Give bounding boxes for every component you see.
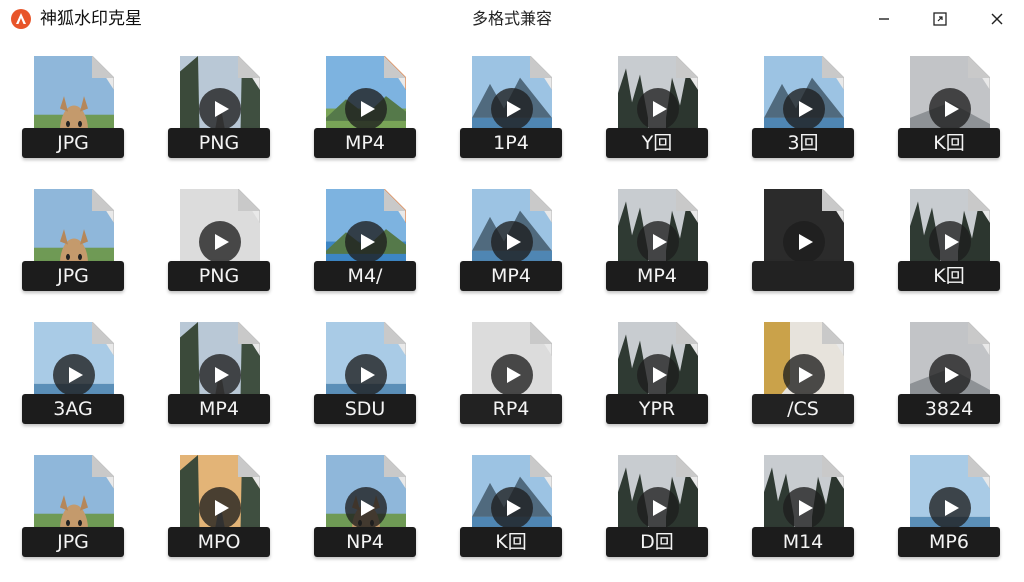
maximize-icon (932, 11, 948, 27)
title-bar: 神狐水印克星 多格式兼容 (0, 0, 1024, 38)
maximize-button[interactable] (920, 4, 960, 34)
file-format-label: 3AG (22, 394, 124, 424)
minimize-button[interactable] (864, 4, 904, 34)
file-tile[interactable]: /CS (744, 316, 890, 449)
file-tile[interactable]: NP4 (306, 449, 452, 582)
file-format-label: NP4 (314, 527, 416, 557)
file-format-label: MP4 (314, 128, 416, 158)
file-format-label: JPG (22, 128, 124, 158)
file-format-label: SDU (314, 394, 416, 424)
file-tile[interactable]: YPR (598, 316, 744, 449)
file-tile[interactable]: M14 (744, 449, 890, 582)
file-format-label: RP4 (460, 394, 562, 424)
play-icon[interactable] (637, 487, 679, 529)
file-tile[interactable]: JPG (14, 50, 160, 183)
file-tile[interactable]: 3回 (744, 50, 890, 183)
file-format-label: YPR (606, 394, 708, 424)
file-format-label: MP6 (898, 527, 1000, 557)
play-icon[interactable] (199, 221, 241, 263)
play-icon[interactable] (345, 88, 387, 130)
play-icon[interactable] (199, 354, 241, 396)
play-icon[interactable] (53, 354, 95, 396)
file-format-label: PNG (168, 128, 270, 158)
file-tile[interactable]: 3AG (14, 316, 160, 449)
file-tile[interactable]: MP4 (160, 316, 306, 449)
file-tile[interactable]: Y回 (598, 50, 744, 183)
file-tile[interactable]: MP4 (598, 183, 744, 316)
play-icon[interactable] (783, 487, 825, 529)
play-icon[interactable] (637, 88, 679, 130)
file-tile[interactable]: M4/ (306, 183, 452, 316)
file-format-label: M14 (752, 527, 854, 557)
file-format-label: 3824 (898, 394, 1000, 424)
file-tile[interactable]: 3824 (890, 316, 1024, 449)
play-icon[interactable] (783, 354, 825, 396)
file-format-label: M4/ (314, 261, 416, 291)
file-tile[interactable]: JPG (14, 449, 160, 582)
file-format-label: K回 (898, 128, 1000, 158)
file-format-label: MPO (168, 527, 270, 557)
file-tile[interactable]: RP4 (452, 316, 598, 449)
play-icon[interactable] (929, 88, 971, 130)
play-icon[interactable] (491, 221, 533, 263)
close-icon (990, 12, 1004, 26)
file-format-label: MP4 (460, 261, 562, 291)
play-icon[interactable] (491, 88, 533, 130)
file-format-label: Y回 (606, 128, 708, 158)
file-format-label (752, 261, 854, 291)
file-tile[interactable]: K回 (890, 50, 1024, 183)
app-logo-icon (10, 8, 32, 30)
close-button[interactable] (977, 4, 1017, 34)
play-icon[interactable] (637, 354, 679, 396)
file-format-label: K回 (460, 527, 562, 557)
file-tile[interactable]: MP6 (890, 449, 1024, 582)
file-tile[interactable]: MP4 (452, 183, 598, 316)
file-format-label: MP4 (606, 261, 708, 291)
file-tile[interactable]: K回 (890, 183, 1024, 316)
file-format-label: 1P4 (460, 128, 562, 158)
file-tile[interactable]: SDU (306, 316, 452, 449)
file-format-label: 3回 (752, 128, 854, 158)
file-grid: JPG PNG MP4 1P4 Y回 3回 K回 JPG PNG M4/MP4 MP4 K回 3AG MP… (14, 50, 1024, 582)
file-format-label: MP4 (168, 394, 270, 424)
file-tile[interactable] (744, 183, 890, 316)
play-icon[interactable] (345, 221, 387, 263)
file-format-label: D回 (606, 527, 708, 557)
play-icon[interactable] (345, 487, 387, 529)
play-icon[interactable] (783, 221, 825, 263)
file-tile[interactable]: MPO (160, 449, 306, 582)
play-icon[interactable] (929, 354, 971, 396)
play-icon[interactable] (929, 221, 971, 263)
file-tile[interactable]: 1P4 (452, 50, 598, 183)
file-tile[interactable]: PNG (160, 50, 306, 183)
play-icon[interactable] (637, 221, 679, 263)
file-tile[interactable]: D回 (598, 449, 744, 582)
play-icon[interactable] (491, 354, 533, 396)
play-icon[interactable] (199, 487, 241, 529)
file-format-label: JPG (22, 527, 124, 557)
play-icon[interactable] (929, 487, 971, 529)
play-icon[interactable] (199, 88, 241, 130)
file-tile[interactable]: JPG (14, 183, 160, 316)
minimize-icon (877, 12, 891, 26)
file-format-label: PNG (168, 261, 270, 291)
play-icon[interactable] (491, 487, 533, 529)
file-format-label: K回 (898, 261, 1000, 291)
file-tile[interactable]: MP4 (306, 50, 452, 183)
play-icon[interactable] (345, 354, 387, 396)
play-icon[interactable] (783, 88, 825, 130)
file-format-label: JPG (22, 261, 124, 291)
file-format-label: /CS (752, 394, 854, 424)
file-tile[interactable]: PNG (160, 183, 306, 316)
app-title: 神狐水印克星 (40, 9, 142, 29)
file-tile[interactable]: K回 (452, 449, 598, 582)
